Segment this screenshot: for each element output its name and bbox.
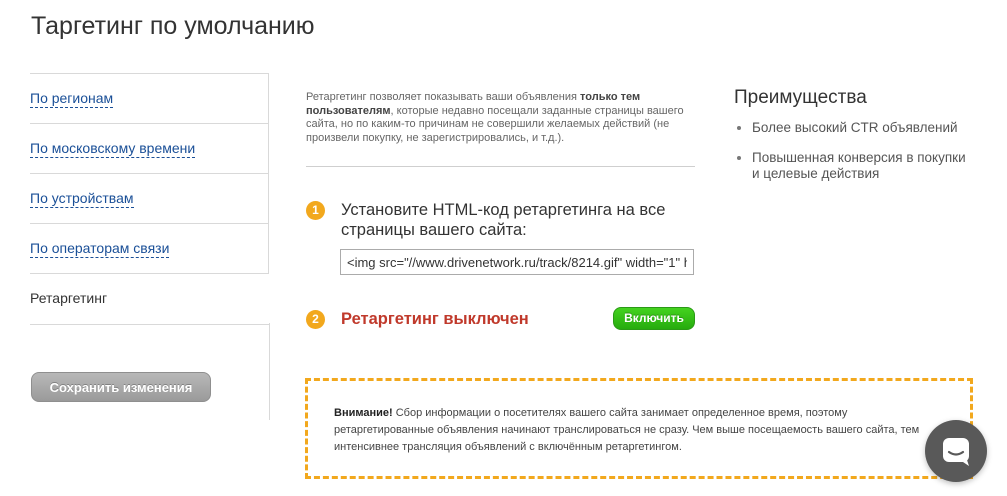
advantages-list: Более высокий CTR объявлений Повышенная … xyxy=(734,120,974,196)
chat-launcher-button[interactable] xyxy=(925,420,987,482)
retargeting-code-field[interactable] xyxy=(340,249,694,275)
enable-retargeting-button[interactable]: Включить xyxy=(613,307,695,330)
notice-text: Внимание! Сбор информации о посетителях … xyxy=(334,405,924,456)
warning-notice: Внимание! Сбор информации о посетителях … xyxy=(305,378,973,479)
notice-body: Сбор информации о посетителях вашего сай… xyxy=(334,407,920,453)
sidebar-item-devices[interactable]: По устройствам xyxy=(30,173,269,223)
sidebar-item-retargeting: Ретаргетинг xyxy=(30,273,269,325)
save-changes-button[interactable]: Сохранить изменения xyxy=(31,372,211,402)
sidebar-nav: По регионам По московскому времени По ус… xyxy=(30,73,269,325)
page-title: Таргетинг по умолчанию xyxy=(31,12,315,40)
notice-bold: Внимание! xyxy=(334,407,393,419)
step-2-badge: 2 xyxy=(306,310,325,329)
sidebar-item-label[interactable]: По московскому времени xyxy=(30,140,196,158)
section-divider xyxy=(306,166,695,167)
sidebar-item-label: Ретаргетинг xyxy=(30,290,108,306)
sidebar-item-operators[interactable]: По операторам связи xyxy=(30,223,269,273)
sidebar-item-label[interactable]: По операторам связи xyxy=(30,240,170,258)
advantage-item: Повышенная конверсия в покупки и целевые… xyxy=(734,150,974,182)
sidebar-item-label[interactable]: По устройствам xyxy=(30,190,134,208)
sidebar-item-label[interactable]: По регионам xyxy=(30,90,114,108)
chat-bubble-icon xyxy=(943,438,969,466)
sidebar-item-regions[interactable]: По регионам xyxy=(30,73,269,123)
step-1-text: Установите HTML-код ретаргетинга на все … xyxy=(341,201,666,239)
sidebar-item-moscow-time[interactable]: По московскому времени xyxy=(30,123,269,173)
advantages-title: Преимущества xyxy=(734,87,867,108)
retargeting-intro: Ретаргетинг позволяет показывать ваши об… xyxy=(306,91,694,145)
retargeting-status: Ретаргетинг выключен xyxy=(341,310,529,328)
step-1-badge: 1 xyxy=(306,201,325,220)
advantage-item: Более высокий CTR объявлений xyxy=(734,120,974,136)
intro-text: Ретаргетинг позволяет показывать ваши об… xyxy=(306,91,581,103)
